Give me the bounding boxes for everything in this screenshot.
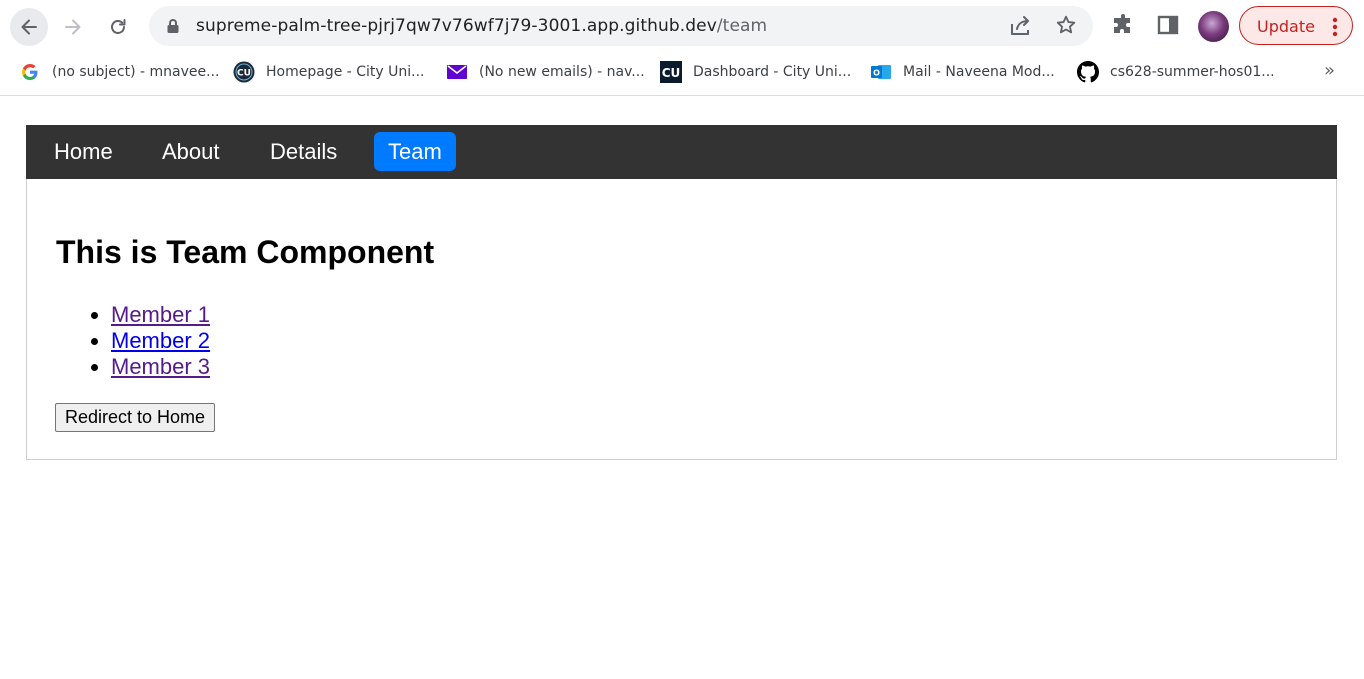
svg-text:CU: CU: [237, 69, 251, 79]
nav-link-team[interactable]: Team: [374, 132, 456, 171]
nav-link-details[interactable]: Details: [256, 132, 351, 171]
member-link[interactable]: Member 1: [111, 302, 210, 327]
url-path: /team: [716, 16, 768, 36]
profile-avatar[interactable]: [1198, 11, 1229, 42]
nav-link-about[interactable]: About: [148, 132, 234, 171]
bookmark-label: Mail - Naveena Mod...: [903, 64, 1055, 80]
list-item: Member 3: [111, 354, 210, 380]
svg-text:O: O: [873, 69, 880, 78]
member-link[interactable]: Member 2: [111, 328, 210, 353]
bookmark-item[interactable]: CU Dashboard - City Uni...: [660, 61, 851, 83]
member-list: Member 1 Member 2 Member 3: [111, 302, 210, 380]
google-icon: [19, 61, 41, 83]
bookmarks-bar: (no subject) - mnavee... CU Homepage - C…: [0, 52, 1364, 96]
app-container: Home About Details Team This is Team Com…: [26, 125, 1337, 460]
browser-toolbar: supreme-palm-tree-pjrj7qw7v76wf7j79-3001…: [0, 0, 1364, 52]
reload-button[interactable]: [99, 8, 137, 46]
bookmark-star-button[interactable]: [1055, 14, 1077, 41]
arrow-right-icon: [65, 19, 81, 35]
outlook-icon: O: [870, 61, 892, 83]
bookmark-item[interactable]: (no subject) - mnavee...: [19, 61, 219, 83]
forward-button[interactable]: [54, 8, 92, 46]
bookmark-item[interactable]: (No new emails) - nav...: [446, 61, 645, 83]
back-button[interactable]: [10, 8, 48, 46]
star-icon: [1056, 15, 1076, 34]
side-panel-button[interactable]: [1157, 15, 1179, 40]
bookmark-label: cs628-summer-hos01...: [1110, 64, 1275, 80]
bookmark-label: Homepage - City Uni...: [266, 64, 425, 80]
side-panel-icon: [1157, 15, 1179, 35]
update-label: Update: [1257, 17, 1315, 36]
lock-icon: [167, 19, 179, 33]
mail-icon: [446, 61, 468, 83]
redirect-home-button[interactable]: Redirect to Home: [55, 403, 216, 432]
kebab-menu-icon: [1332, 17, 1338, 37]
github-icon: [1077, 61, 1099, 83]
extensions-button[interactable]: [1111, 13, 1135, 42]
svg-text:CU: CU: [662, 66, 681, 80]
list-item: Member 1: [111, 302, 210, 328]
bookmark-label: (no subject) - mnavee...: [52, 64, 220, 80]
bookmark-label: (No new emails) - nav...: [479, 64, 645, 80]
bookmark-item[interactable]: CU Homepage - City Uni...: [233, 61, 425, 83]
update-button[interactable]: Update: [1239, 6, 1353, 45]
url-host: supreme-palm-tree-pjrj7qw7v76wf7j79-3001…: [196, 16, 717, 36]
bookmark-item[interactable]: O Mail - Naveena Mod...: [870, 61, 1055, 83]
cityu-icon: CU: [233, 61, 255, 83]
navbar: Home About Details Team: [26, 125, 1337, 179]
address-bar[interactable]: supreme-palm-tree-pjrj7qw7v76wf7j79-3001…: [149, 6, 1093, 46]
nav-link-home[interactable]: Home: [40, 132, 127, 171]
reload-icon: [111, 19, 126, 34]
share-button[interactable]: [1009, 15, 1033, 42]
member-link[interactable]: Member 3: [111, 354, 210, 379]
list-item: Member 2: [111, 328, 210, 354]
page-title: This is Team Component: [56, 234, 435, 270]
url-text[interactable]: supreme-palm-tree-pjrj7qw7v76wf7j79-3001…: [196, 16, 767, 36]
bookmark-label: Dashboard - City Uni...: [693, 64, 852, 80]
more-bookmarks-chevron-icon[interactable]: »: [1324, 60, 1335, 81]
arrow-left-icon: [21, 19, 37, 35]
cu-icon: CU: [660, 61, 682, 83]
puzzle-icon: [1114, 14, 1130, 33]
share-icon: [1011, 16, 1029, 35]
bookmark-item[interactable]: cs628-summer-hos01...: [1077, 61, 1275, 83]
